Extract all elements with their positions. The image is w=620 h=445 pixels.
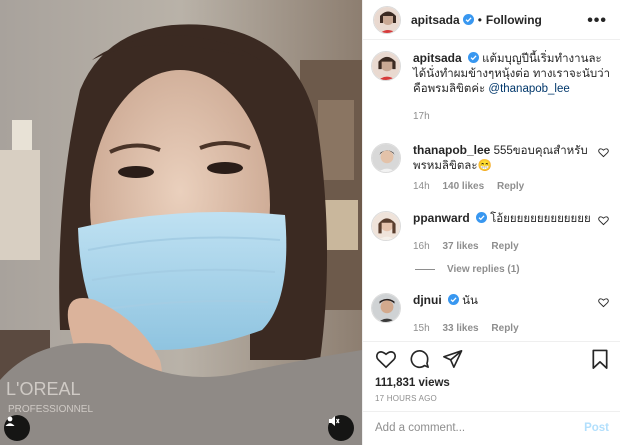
like-comment-heart-icon[interactable] bbox=[598, 147, 609, 158]
user-tags-icon[interactable] bbox=[4, 415, 30, 441]
comment-likes[interactable]: 37 likes bbox=[442, 241, 478, 252]
comment-username[interactable]: thanapob_lee bbox=[413, 143, 490, 157]
comment-bubble-icon[interactable] bbox=[409, 349, 430, 369]
like-comment-heart-icon[interactable] bbox=[598, 215, 609, 226]
caption: apitsada แต้มบุญปีนี้เริ่มทำงานละ ได้นั่… bbox=[371, 51, 611, 122]
comment-item: thanapob_lee 555ขอบคุณสำหรับพรหมลิขิตละ😁… bbox=[371, 143, 611, 192]
author-avatar[interactable] bbox=[373, 5, 401, 34]
comments-list: apitsada แต้มบุญปีนี้เริ่มทำงานละ ได้นั่… bbox=[363, 41, 620, 341]
post-details-panel: apitsada • Following ••• apitsada แต้มบุ… bbox=[362, 0, 620, 445]
commenter-avatar[interactable] bbox=[371, 211, 401, 241]
view-replies-label: View replies (1) bbox=[447, 264, 520, 275]
following-button[interactable]: Following bbox=[486, 13, 542, 27]
comment-likes[interactable]: 140 likes bbox=[442, 181, 484, 192]
separator-dot: • bbox=[477, 12, 482, 27]
comment-text: นัน bbox=[462, 295, 478, 307]
add-comment-bar: Post bbox=[363, 411, 620, 445]
author-username[interactable]: apitsada bbox=[411, 13, 460, 27]
reply-button[interactable]: Reply bbox=[491, 323, 518, 334]
share-direct-icon[interactable] bbox=[442, 349, 463, 369]
mute-toggle-icon[interactable] bbox=[328, 415, 354, 441]
reply-button[interactable]: Reply bbox=[491, 241, 518, 252]
comment-input[interactable] bbox=[375, 422, 575, 434]
verified-badge-icon bbox=[467, 52, 479, 63]
comment-time[interactable]: 16h bbox=[413, 241, 430, 252]
video-frame-illustration: L'OREAL PROFESSIONNEL bbox=[0, 0, 362, 445]
caption-time[interactable]: 17h bbox=[413, 111, 430, 122]
view-replies-line bbox=[415, 269, 435, 270]
post-comment-button[interactable]: Post bbox=[584, 422, 609, 434]
instagram-post: L'OREAL PROFESSIONNEL apitsada • Followi… bbox=[0, 0, 620, 445]
commenter-avatar[interactable] bbox=[371, 143, 401, 173]
comment-time[interactable]: 15h bbox=[413, 323, 430, 334]
caption-mention-link[interactable]: @thanapob_lee bbox=[488, 83, 569, 95]
verified-badge-icon bbox=[475, 212, 487, 223]
post-timestamp[interactable]: 17 HOURS AGO bbox=[375, 394, 437, 403]
post-actions: 111,831 views 17 HOURS AGO bbox=[363, 341, 620, 411]
comment-likes[interactable]: 33 likes bbox=[442, 323, 478, 334]
view-count[interactable]: 111,831 views bbox=[375, 377, 450, 389]
comment-time[interactable]: 14h bbox=[413, 181, 430, 192]
more-options-icon[interactable]: ••• bbox=[587, 12, 607, 30]
post-video[interactable]: L'OREAL PROFESSIONNEL bbox=[0, 0, 362, 445]
caption-username[interactable]: apitsada bbox=[413, 51, 462, 65]
sweater-print: L'OREAL bbox=[6, 379, 80, 399]
comment-username[interactable]: djnui bbox=[413, 293, 442, 307]
verified-badge-icon bbox=[447, 294, 459, 305]
comment-item: ppanward โอ้ยยยยยยยยยยยยย 16h 37 likes R… bbox=[371, 211, 611, 252]
like-heart-icon[interactable] bbox=[375, 349, 397, 369]
verified-badge-icon bbox=[462, 14, 474, 25]
comment-item: djnui นัน 15h 33 likes Reply bbox=[371, 293, 611, 334]
save-bookmark-icon[interactable] bbox=[591, 349, 609, 375]
comment-text: โอ้ยยยยยยยยยยยยย bbox=[490, 213, 591, 225]
reply-button[interactable]: Reply bbox=[497, 181, 524, 192]
commenter-avatar[interactable] bbox=[371, 293, 401, 323]
comment-username[interactable]: ppanward bbox=[413, 211, 470, 225]
like-comment-heart-icon[interactable] bbox=[598, 297, 609, 308]
caption-avatar[interactable] bbox=[371, 51, 401, 81]
svg-text:PROFESSIONNEL: PROFESSIONNEL bbox=[8, 404, 93, 415]
post-header: apitsada • Following ••• bbox=[363, 0, 620, 40]
view-replies-button[interactable]: View replies (1) bbox=[415, 264, 520, 275]
